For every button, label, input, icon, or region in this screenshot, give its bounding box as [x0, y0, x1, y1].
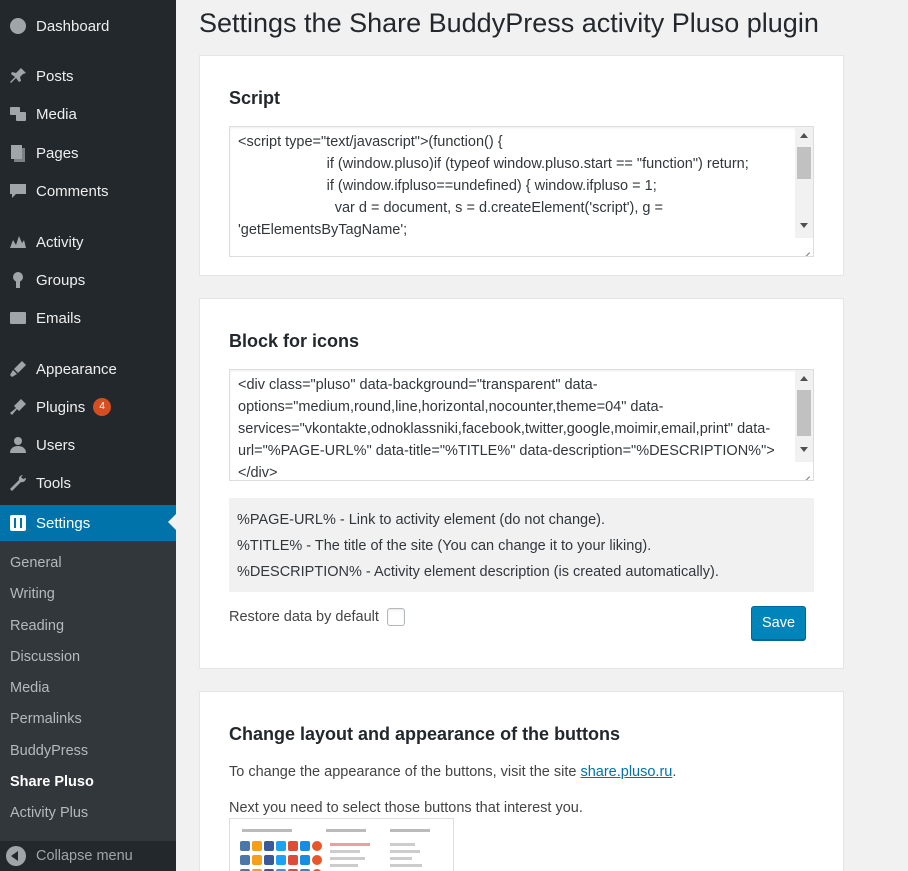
comments-icon [0, 181, 36, 201]
sidebar-item-users[interactable]: Users [0, 428, 176, 462]
restore-default-label: Restore data by default [229, 609, 379, 625]
submenu-item-media[interactable]: Media [10, 680, 50, 696]
submenu-item-general[interactable]: General [10, 555, 62, 571]
sidebar-item-label: Plugins [36, 398, 86, 416]
sidebar-item-activity[interactable]: Activity [0, 225, 176, 259]
save-button[interactable]: Save [751, 606, 806, 640]
buttons-preview-image [229, 818, 454, 871]
sidebar-item-label: Activity [36, 233, 84, 251]
settings-submenu: General Writing Reading Discussion Media Perm… [0, 541, 176, 841]
user-icon [0, 435, 36, 455]
layout-paragraph-1-end: . [672, 764, 677, 780]
layout-heading: Change layout and appearance of the butt… [229, 724, 621, 744]
sidebar-item-label: Emails [36, 309, 82, 327]
scroll-thumb[interactable] [797, 390, 811, 436]
sidebar-item-label: Settings [36, 514, 91, 532]
scroll-thumb[interactable] [797, 147, 811, 179]
pluso-site-link[interactable]: share.pluso.ru [580, 764, 672, 780]
sidebar-item-dashboard[interactable]: Dashboard [0, 9, 176, 43]
submenu-item-share-pluso[interactable]: Share Pluso [10, 774, 94, 790]
help-title: %TITLE% - The title of the site (You can… [237, 538, 652, 554]
sidebar-item-media[interactable]: Media [0, 97, 176, 131]
layout-card: Change layout and appearance of the butt… [199, 691, 844, 871]
sidebar-item-label: Appearance [36, 360, 117, 378]
resize-handle-icon[interactable] [795, 238, 813, 256]
sidebar-item-label: Tools [36, 474, 72, 492]
layout-paragraph-1: To change the appearance of the buttons,… [229, 764, 676, 780]
wrench-icon [0, 473, 36, 493]
collapse-menu-button[interactable]: Collapse menu [0, 841, 176, 871]
placeholder-help-box: %PAGE-URL% - Link to activity element (d… [229, 498, 814, 592]
pages-icon [0, 143, 36, 163]
dashboard-icon [0, 16, 36, 36]
groups-icon [0, 270, 36, 290]
activity-icon [0, 232, 36, 252]
plugin-icon [0, 397, 36, 417]
script-textarea[interactable]: <script type="text/javascript">(function… [229, 126, 814, 257]
sidebar-item-label: Dashboard [36, 17, 110, 35]
collapse-menu-label: Collapse menu [36, 848, 133, 864]
email-icon [0, 308, 36, 328]
sidebar-item-emails[interactable]: Emails [0, 301, 176, 335]
submenu-item-activity-plus[interactable]: Activity Plus [10, 805, 88, 821]
pin-icon [0, 66, 36, 86]
restore-default-row: Restore data by default [229, 608, 405, 626]
page-title: Settings the Share BuddyPress activity P… [199, 8, 819, 38]
restore-default-checkbox[interactable] [386, 608, 405, 626]
submenu-item-reading[interactable]: Reading [10, 618, 64, 634]
settings-icon [0, 513, 36, 533]
submenu-item-permalinks[interactable]: Permalinks [10, 711, 82, 727]
sidebar-item-settings[interactable]: Settings [0, 505, 176, 541]
sidebar-item-pages[interactable]: Pages [0, 136, 176, 170]
script-heading: Script [229, 88, 281, 108]
icons-block-heading: Block for icons [229, 331, 360, 351]
brush-icon [0, 359, 36, 379]
admin-sidebar: Dashboard Posts Media Pages Comments Activity… [0, 0, 176, 871]
sidebar-item-groups[interactable]: Groups [0, 263, 176, 297]
update-count-badge: 4 [93, 398, 112, 416]
icons-block-textarea[interactable]: <div class="pluso" data-background="tran… [229, 369, 814, 481]
sidebar-item-label: Pages [36, 144, 79, 162]
submenu-item-buddypress[interactable]: BuddyPress [10, 743, 88, 759]
sidebar-item-label: Users [36, 436, 76, 454]
submenu-item-writing[interactable]: Writing [10, 586, 55, 602]
sidebar-item-plugins[interactable]: Plugins 4 [0, 390, 176, 424]
sidebar-item-tools[interactable]: Tools [0, 466, 176, 500]
icons-block-card: Block for icons <div class="pluso" data-… [199, 298, 844, 669]
scroll-up-icon[interactable] [800, 376, 808, 381]
help-description: %DESCRIPTION% - Activity element descrip… [237, 564, 719, 580]
layout-paragraph-2: Next you need to select those buttons th… [229, 800, 583, 816]
script-card: Script <script type="text/javascript">(f… [199, 55, 844, 276]
scroll-down-icon[interactable] [800, 447, 808, 452]
sidebar-item-posts[interactable]: Posts [0, 59, 176, 93]
submenu-item-discussion[interactable]: Discussion [10, 649, 80, 665]
scroll-up-icon[interactable] [800, 133, 808, 138]
scroll-down-icon[interactable] [800, 223, 808, 228]
script-scrollbar[interactable] [795, 127, 813, 256]
script-code: <script type="text/javascript">(function… [238, 134, 749, 238]
collapse-icon [6, 846, 26, 866]
sidebar-item-label: Groups [36, 271, 86, 289]
media-icon [0, 104, 36, 124]
resize-handle-icon[interactable] [795, 462, 813, 480]
sidebar-item-comments[interactable]: Comments [0, 174, 176, 208]
icons-block-code: <div class="pluso" data-background="tran… [238, 377, 775, 481]
sidebar-item-label: Posts [36, 67, 74, 85]
sidebar-item-label: Media [36, 105, 77, 123]
help-page-url: %PAGE-URL% - Link to activity element (d… [237, 512, 606, 528]
sidebar-item-label: Comments [36, 182, 109, 200]
layout-paragraph-1-text: To change the appearance of the buttons,… [229, 764, 581, 780]
sidebar-item-appearance[interactable]: Appearance [0, 352, 176, 386]
